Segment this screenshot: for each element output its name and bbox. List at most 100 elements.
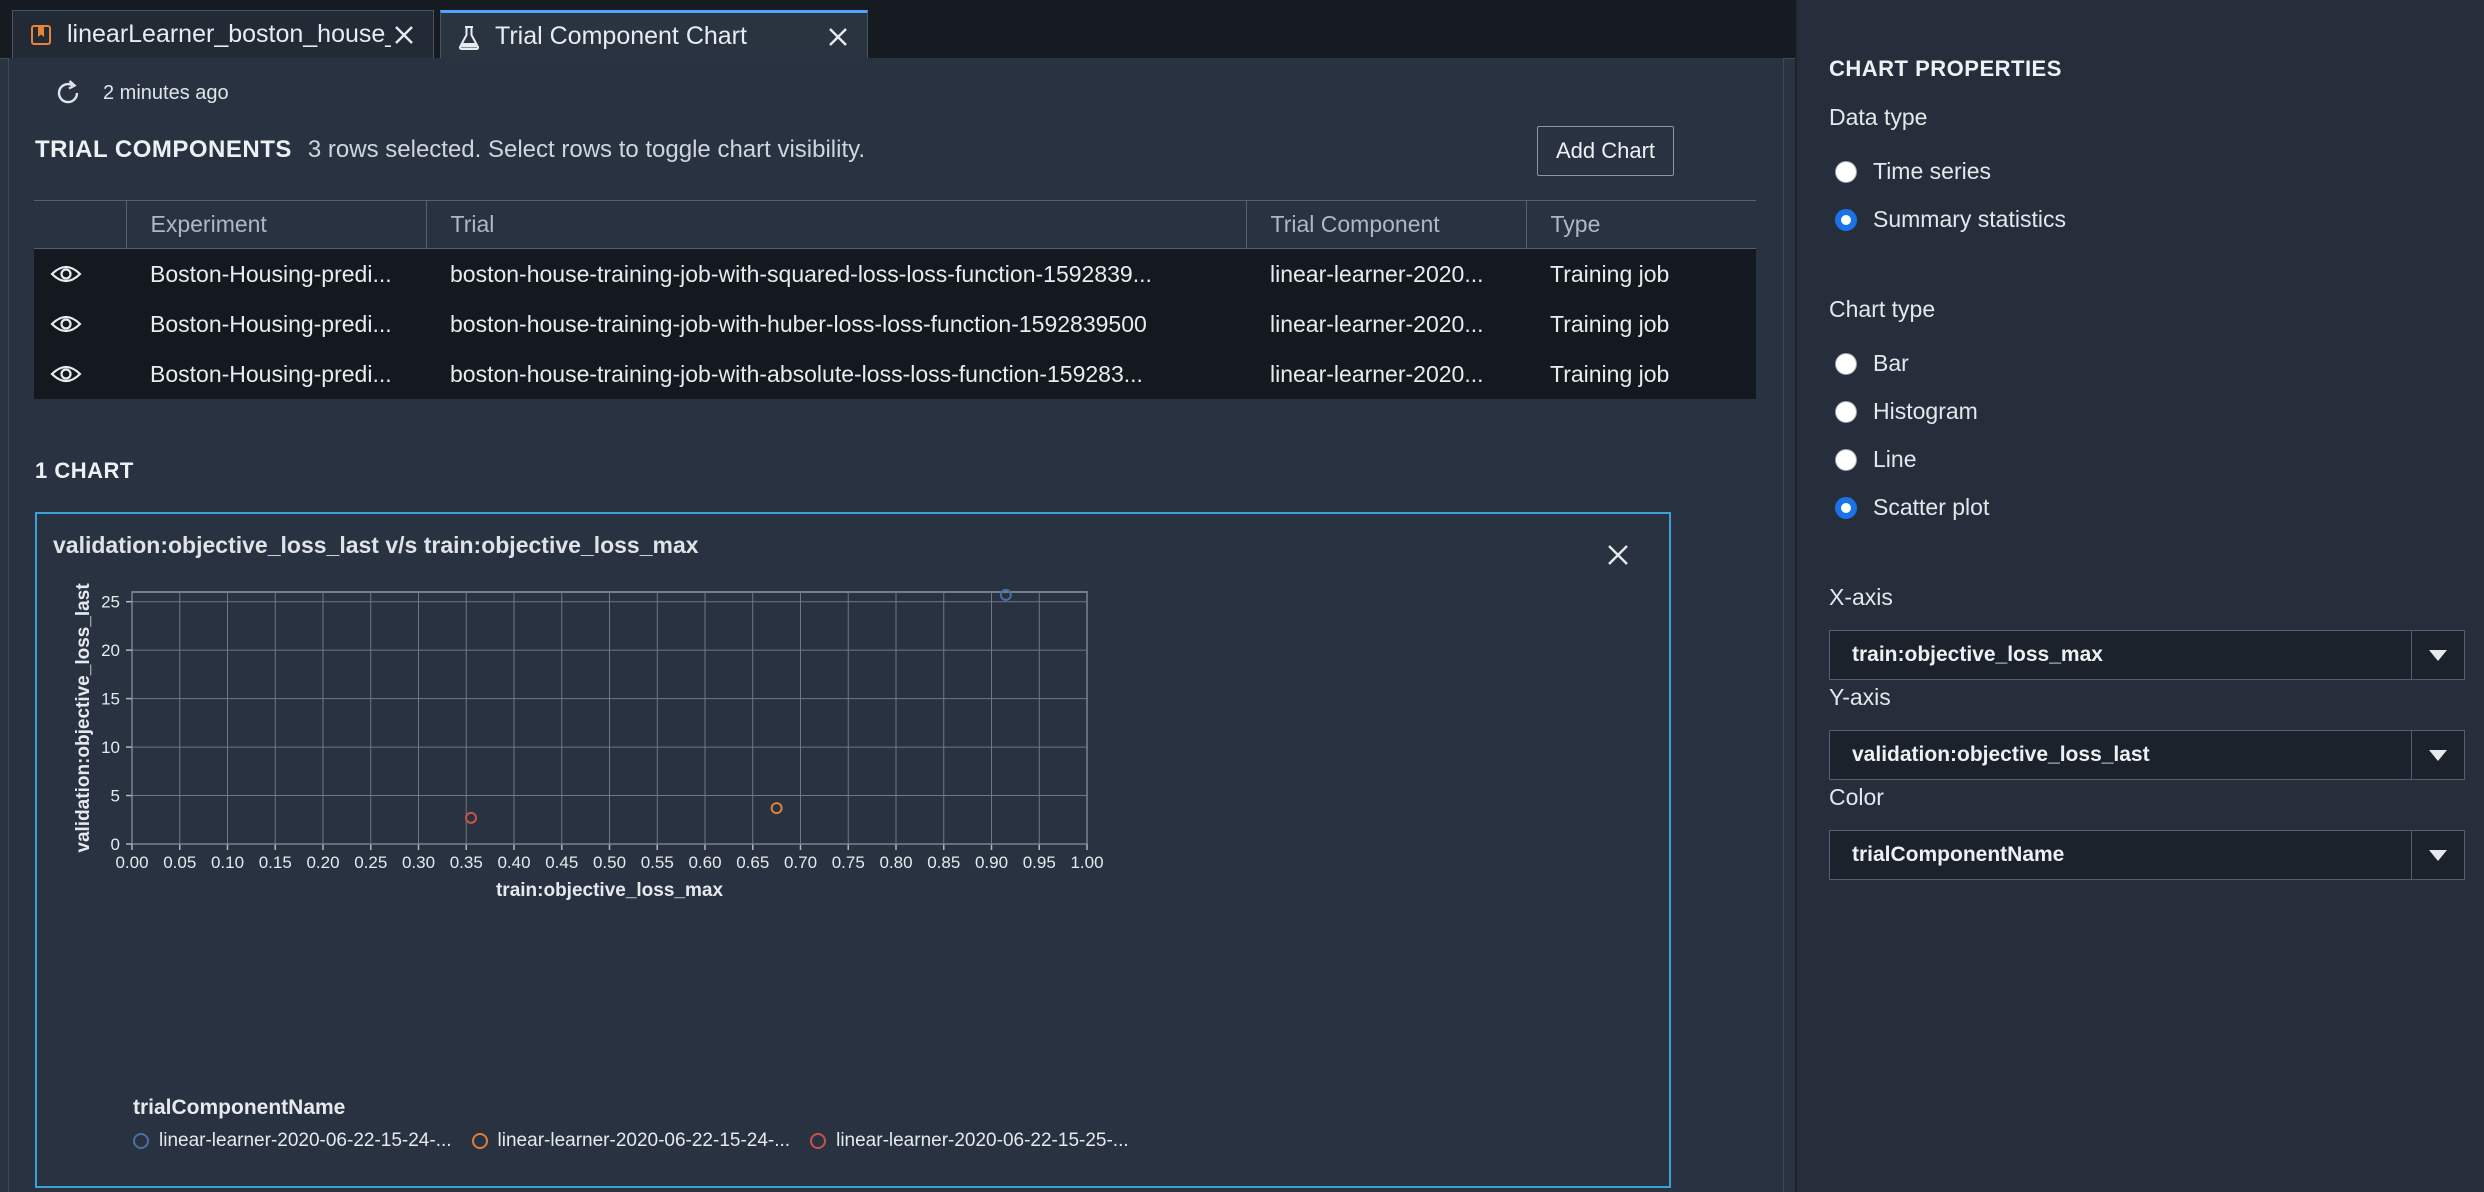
radio-button[interactable] xyxy=(1835,160,1857,183)
table-row[interactable]: Boston-Housing-predi... boston-house-tra… xyxy=(34,248,1756,299)
data-point xyxy=(770,802,783,815)
bookmark-icon xyxy=(29,23,53,47)
table-row[interactable]: Boston-Housing-predi... boston-house-tra… xyxy=(34,299,1756,349)
x-tick-label: 0.90 xyxy=(975,853,1008,872)
chevron-down-icon[interactable] xyxy=(2411,831,2464,879)
refresh-status: 2 minutes ago xyxy=(53,78,229,108)
column-header-experiment[interactable]: Experiment xyxy=(126,200,427,249)
trial-components-header: TRIAL COMPONENTS 3 rows selected. Select… xyxy=(35,136,865,164)
trial-cell: boston-house-training-job-with-squared-l… xyxy=(426,248,1246,299)
column-header-type[interactable]: Type xyxy=(1526,200,1756,249)
radio-scatter-plot[interactable]: Scatter plot xyxy=(1835,494,1989,521)
legend-swatch xyxy=(471,1133,488,1149)
x-axis-select[interactable]: train:objective_loss_max xyxy=(1829,630,2465,680)
chevron-down-icon[interactable] xyxy=(2411,631,2464,679)
x-tick-label: 0.10 xyxy=(211,853,244,872)
eye-icon[interactable] xyxy=(50,263,82,285)
radio-line[interactable]: Line xyxy=(1835,446,1916,473)
radio-histogram[interactable]: Histogram xyxy=(1835,398,1978,425)
x-axis-title: train:objective_loss_max xyxy=(496,880,723,901)
radio-button[interactable] xyxy=(1835,496,1857,519)
select-value: validation:objective_loss_last xyxy=(1852,743,2150,766)
last-refreshed-text: 2 minutes ago xyxy=(103,81,229,104)
x-tick-label: 1.00 xyxy=(1070,853,1103,872)
data-type-label: Data type xyxy=(1829,104,1928,130)
radio-label: Histogram xyxy=(1873,398,1978,424)
x-tick-label: 0.70 xyxy=(784,853,817,872)
refresh-icon[interactable] xyxy=(53,78,83,108)
eye-icon[interactable] xyxy=(50,363,82,385)
main-panel: 2 minutes ago TRIAL COMPONENTS 3 rows se… xyxy=(8,58,1784,1192)
x-tick-label: 0.75 xyxy=(832,853,865,872)
trial-cell: boston-house-training-job-with-huber-los… xyxy=(426,299,1246,349)
x-tick-label: 0.55 xyxy=(641,853,674,872)
y-tick-label: 25 xyxy=(101,593,120,612)
type-cell: Training job xyxy=(1526,299,1756,349)
radio-button[interactable] xyxy=(1835,448,1857,471)
select-value: train:objective_loss_max xyxy=(1852,643,2103,666)
legend-title: trialComponentName xyxy=(133,1096,346,1119)
y-axis-title: validation:objective_loss_last xyxy=(73,583,94,853)
column-header-trial-component[interactable]: Trial Component xyxy=(1246,200,1527,249)
tab-linear-learner-notebook[interactable]: linearLearner_boston_house_ xyxy=(12,10,434,58)
radio-label: Bar xyxy=(1873,350,1909,376)
column-header-visibility xyxy=(34,200,127,249)
experiment-cell: Boston-Housing-predi... xyxy=(126,349,426,399)
legend-label: linear-learner-2020-06-22-15-25-... xyxy=(836,1130,1129,1151)
x-tick-label: 0.85 xyxy=(927,853,960,872)
legend-swatch xyxy=(810,1133,827,1149)
legend-item[interactable]: linear-learner-2020-06-22-15-24-... xyxy=(471,1130,791,1152)
radio-label: Line xyxy=(1873,446,1917,472)
y-axis-label: Y-axis xyxy=(1829,684,1891,710)
table-row[interactable]: Boston-Housing-predi... boston-house-tra… xyxy=(34,349,1756,399)
radio-summary-statistics[interactable]: Summary statistics xyxy=(1835,206,2066,233)
section-title: TRIAL COMPONENTS xyxy=(35,136,292,163)
x-tick-label: 0.50 xyxy=(593,853,626,872)
chart-card: 0.00 0.05 0.10 0.15 0.20 0.25 0.30 0.35 0.40 0.45… xyxy=(35,512,1671,1188)
add-chart-button[interactable]: Add Chart xyxy=(1537,126,1674,176)
radio-button[interactable] xyxy=(1835,352,1857,375)
legend-item[interactable]: linear-learner-2020-06-22-15-24-... xyxy=(133,1130,452,1152)
radio-button[interactable] xyxy=(1835,400,1857,423)
x-tick-label: 0.35 xyxy=(450,853,483,872)
x-tick-label: 0.25 xyxy=(354,853,387,872)
y-tick-label: 20 xyxy=(101,641,120,660)
chevron-down-icon[interactable] xyxy=(2411,731,2464,779)
legend-item[interactable]: linear-learner-2020-06-22-15-25-... xyxy=(810,1130,1129,1152)
charts-count-heading: 1 CHART xyxy=(35,458,134,483)
chart-properties-panel: CHART PROPERTIES Data type Time series S… xyxy=(1795,0,2484,1192)
trial-component-cell: linear-learner-2020... xyxy=(1246,248,1526,299)
legend-swatch xyxy=(133,1133,149,1149)
close-tab-icon[interactable] xyxy=(825,24,851,50)
visibility-cell[interactable] xyxy=(34,349,126,399)
close-chart-icon[interactable] xyxy=(1605,542,1631,568)
selection-summary: 3 rows selected. Select rows to toggle c… xyxy=(307,136,866,163)
eye-icon[interactable] xyxy=(50,313,82,335)
tab-trial-component-chart[interactable]: Trial Component Chart xyxy=(440,10,868,60)
color-select[interactable]: trialComponentName xyxy=(1829,830,2465,880)
x-tick-label: 0.00 xyxy=(115,853,148,872)
y-axis-select[interactable]: validation:objective_loss_last xyxy=(1829,730,2465,780)
radio-button[interactable] xyxy=(1835,208,1857,231)
trial-components-table: Experiment Trial Trial Component Type Bo… xyxy=(34,200,1756,399)
legend-label: linear-learner-2020-06-22-15-24-... xyxy=(497,1130,791,1151)
radio-label: Summary statistics xyxy=(1873,206,2066,232)
chart-legend: linear-learner-2020-06-22-15-24-... line… xyxy=(133,1130,1149,1152)
y-tick-label: 0 xyxy=(111,835,120,854)
trial-cell: boston-house-training-job-with-absolute-… xyxy=(426,349,1246,399)
experiment-cell: Boston-Housing-predi... xyxy=(126,299,426,349)
x-tick-label: 0.30 xyxy=(402,853,435,872)
column-header-trial[interactable]: Trial xyxy=(426,200,1247,249)
x-tick-label: 0.15 xyxy=(259,853,292,872)
visibility-cell[interactable] xyxy=(34,299,126,349)
close-tab-icon[interactable] xyxy=(391,22,417,48)
tab-bar: linearLearner_boston_house_ Trial Compon… xyxy=(0,0,1795,60)
visibility-cell[interactable] xyxy=(34,248,126,299)
y-tick-label: 5 xyxy=(111,787,120,806)
x-tick-label: 0.40 xyxy=(497,853,530,872)
flask-icon xyxy=(457,25,481,50)
radio-time-series[interactable]: Time series xyxy=(1835,158,1991,185)
y-tick-label: 15 xyxy=(101,690,120,709)
select-value: trialComponentName xyxy=(1852,843,2065,866)
radio-bar[interactable]: Bar xyxy=(1835,350,1909,377)
